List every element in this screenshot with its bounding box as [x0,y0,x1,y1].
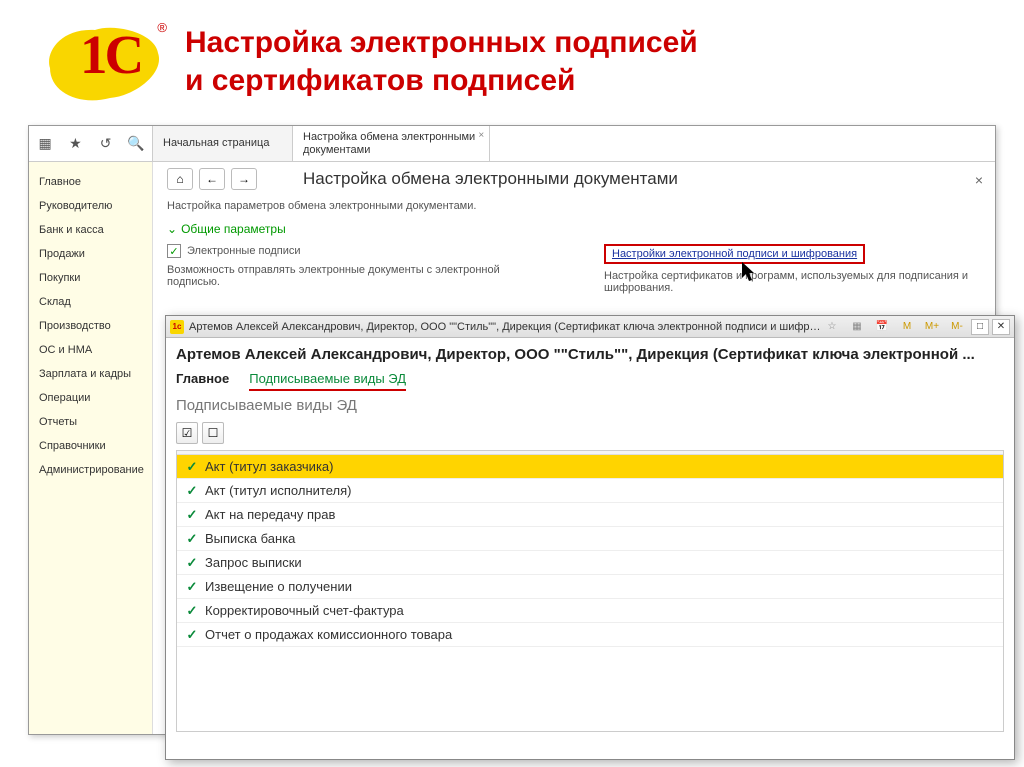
checkbox-edoc-signatures[interactable]: ✓ [167,244,181,258]
sidebar-item[interactable]: Справочники [29,434,152,458]
param-description: Настройка сертификатов и программ, испол… [604,270,981,294]
logo-text: 1С [80,23,141,86]
list-item[interactable]: ✓ Акт (титул исполнителя) [177,479,1003,503]
close-button[interactable]: ✕ [992,319,1010,335]
tab-home[interactable]: Начальная страница [153,126,293,161]
sidebar-item[interactable]: Руководителю [29,194,152,218]
checkbox-icon[interactable]: ✓ [185,580,199,594]
param-description: Возможность отправлять электронные докум… [167,264,544,288]
sidebar-item[interactable]: Продажи [29,242,152,266]
uncheck-all-button[interactable]: ☐ [202,422,224,444]
link-signature-settings[interactable]: Настройки электронной подписи и шифрован… [612,248,857,260]
titlebar-text: Артемов Алексей Александрович, Директор,… [189,321,821,333]
popup-subtitle: Подписываемые виды ЭД [176,397,1004,414]
list-item-label: Акт (титул исполнителя) [205,483,351,498]
checkbox-icon[interactable]: ✓ [185,604,199,618]
list-item-label: Акт (титул заказчика) [205,459,333,474]
minimize-button[interactable]: □ [971,319,989,335]
list-item[interactable]: ✓ Запрос выписки [177,551,1003,575]
document-type-list[interactable]: ✓ Акт (титул заказчика) ✓ Акт (титул исполн… [176,450,1004,732]
slide-title: Настройка электронных подписей и сертифи… [185,18,698,99]
checkbox-icon[interactable]: ✓ [185,556,199,570]
m-button[interactable]: M [896,319,918,335]
sidebar-item[interactable]: Главное [29,170,152,194]
popup-titlebar: 1c Артемов Алексей Александрович, Директ… [166,316,1014,338]
check-all-button[interactable]: ☑ [176,422,198,444]
chevron-down-icon: ⌄ [167,222,177,236]
list-item[interactable]: ✓ Акт на передачу прав [177,503,1003,527]
link-highlight: Настройки электронной подписи и шифрован… [604,244,865,264]
list-item-label: Акт на передачу прав [205,507,335,522]
app-icon: 1c [170,320,184,334]
star-icon[interactable]: ★ [67,136,83,152]
top-toolbar: ▦ ★ ↺ 🔍 Начальная страница Настройка обм… [29,126,995,162]
page-description: Настройка параметров обмена электронными… [167,200,981,212]
logo-registered: ® [157,20,167,35]
sidebar-item[interactable]: Зарплата и кадры [29,362,152,386]
checkbox-icon[interactable]: ✓ [185,628,199,642]
sidebar-item[interactable]: Операции [29,386,152,410]
sidebar-item[interactable]: Банк и касса [29,218,152,242]
tab-edoc-settings[interactable]: Настройка обмена электронными документам… [293,126,490,161]
apps-icon[interactable]: ▦ [37,136,53,152]
favorite-icon[interactable]: ☆ [821,319,843,335]
cursor-icon [742,262,758,284]
list-item-label: Извещение о получении [205,579,352,594]
checkbox-icon[interactable]: ✓ [185,508,199,522]
page-title: Настройка обмена электронными документам… [303,169,678,189]
forward-button[interactable]: → [231,168,257,190]
sidebar-item[interactable]: ОС и НМА [29,338,152,362]
m-plus-button[interactable]: M+ [921,319,943,335]
checkbox-icon[interactable]: ✓ [185,460,199,474]
section-header[interactable]: ⌄Общие параметры [167,222,981,236]
list-item-label: Выписка банка [205,531,295,546]
list-item-label: Запрос выписки [205,555,302,570]
list-item[interactable]: ✓ Отчет о продажах комиссионного товара [177,623,1003,647]
close-icon[interactable]: × [478,129,484,142]
sidebar-item[interactable]: Отчеты [29,410,152,434]
tab-signed-doc-types[interactable]: Подписываемые виды ЭД [249,371,406,391]
list-item[interactable]: ✓ Выписка банка [177,527,1003,551]
calc-icon[interactable]: ▦ [846,319,868,335]
tab-main[interactable]: Главное [176,371,229,391]
sidebar-item[interactable]: Администрирование [29,458,152,482]
logo-1c: 1С ® [40,18,165,103]
checkbox-label: Электронные подписи [187,245,301,257]
history-icon[interactable]: ↺ [98,136,114,152]
sidebar-item[interactable]: Производство [29,314,152,338]
list-item[interactable]: ✓ Корректировочный счет-фактура [177,599,1003,623]
close-icon[interactable]: × [975,172,983,188]
home-button[interactable]: ⌂ [167,168,193,190]
sidebar-item[interactable]: Покупки [29,266,152,290]
back-button[interactable]: ← [199,168,225,190]
list-item-label: Отчет о продажах комиссионного товара [205,627,452,642]
list-item-label: Корректировочный счет-фактура [205,603,404,618]
popup-certificate-window: 1c Артемов Алексей Александрович, Директ… [165,315,1015,760]
search-icon[interactable]: 🔍 [128,136,144,152]
calendar-icon[interactable]: 📅 [871,319,893,335]
checkbox-icon[interactable]: ✓ [185,532,199,546]
list-item[interactable]: ✓ Акт (титул заказчика) [177,455,1003,479]
list-item[interactable]: ✓ Извещение о получении [177,575,1003,599]
m-minus-button[interactable]: M- [946,319,968,335]
sidebar: Главное Руководителю Банк и касса Продаж… [29,162,153,734]
sidebar-item[interactable]: Склад [29,290,152,314]
checkbox-icon[interactable]: ✓ [185,484,199,498]
popup-heading: Артемов Алексей Александрович, Директор,… [176,346,1004,363]
